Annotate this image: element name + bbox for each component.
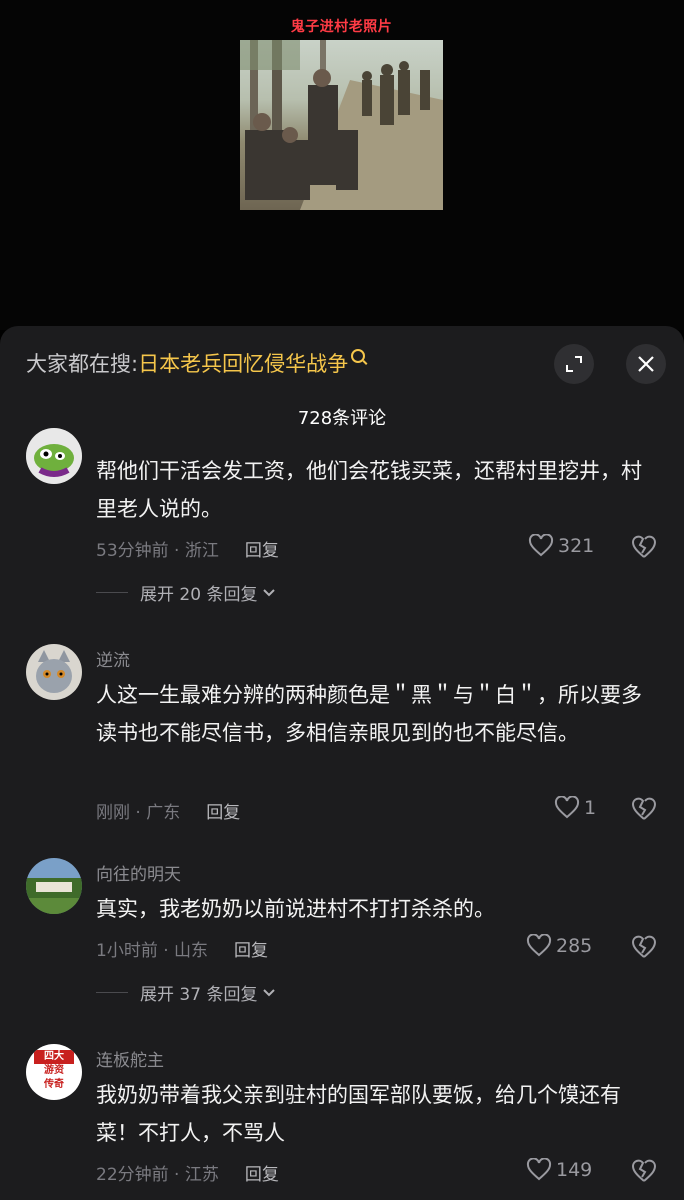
avatar-text-line: 四大 [34, 1050, 74, 1064]
avatar-text-line: 传奇 [44, 1079, 64, 1090]
expand-button[interactable] [554, 344, 594, 384]
comment-text: 人这一生最难分辨的两种颜色是＂黑＂与＂白＂，所以要多读书也不能尽信书，多相信亲眼… [96, 683, 642, 745]
like-button[interactable]: 1 [554, 796, 596, 820]
comment-username[interactable]: 逆流 [96, 646, 130, 671]
comment-time-location: 1小时前 · 山东 [96, 941, 209, 961]
dislike-button[interactable] [630, 934, 658, 964]
broken-heart-icon [631, 797, 657, 820]
like-count: 285 [556, 935, 593, 957]
comment-meta: 刚刚 · 广东 回复 [96, 798, 240, 823]
like-button[interactable]: 149 [526, 1158, 592, 1182]
like-button[interactable]: 285 [526, 934, 592, 958]
heart-icon [554, 796, 580, 819]
comment-username[interactable]: 连板舵主 [96, 1046, 164, 1071]
comment-text: 真实，我老奶奶以前说进村不打打杀杀的。 [96, 897, 495, 921]
reply-button[interactable]: 回复 [245, 1160, 279, 1185]
close-icon [638, 356, 654, 372]
expand-replies-label: 展开 20 条回复 [140, 585, 258, 605]
dislike-button[interactable] [630, 796, 658, 826]
chevron-down-icon [263, 588, 276, 596]
comment-username[interactable]: 向往的明天 [96, 860, 181, 885]
avatar[interactable] [26, 858, 82, 914]
divider-line [96, 992, 128, 993]
like-count: 1 [584, 797, 597, 819]
comment-time-location: 刚刚 · 广东 [96, 803, 181, 823]
close-button[interactable] [626, 344, 666, 384]
broken-heart-icon [631, 535, 657, 558]
comment-text: 我奶奶带着我父亲到驻村的国军部队要饭，给几个馍还有菜！不打人，不骂人 [96, 1083, 621, 1145]
comment-meta: 53分钟前 · 浙江 回复 [96, 536, 279, 561]
expand-icon [566, 356, 582, 372]
expand-replies-button[interactable]: 展开 20 条回复 [96, 580, 276, 605]
search-suggestion[interactable]: 大家都在搜: 日本老兵回忆侵华战争 [26, 348, 366, 378]
avatar-text-line: 游资 [44, 1065, 64, 1076]
comment-sheet: 大家都在搜: 日本老兵回忆侵华战争 728条评论 帮他们干活会发工资，他们会花钱… [0, 326, 684, 1200]
comment-text: 帮他们干活会发工资，他们会花钱买菜，还帮村里挖井，村里老人说的。 [96, 459, 642, 521]
video-caption: 鬼子进村老照片 [290, 19, 393, 35]
search-prefix: 大家都在搜: [26, 352, 139, 376]
avatar[interactable] [26, 644, 82, 700]
avatar[interactable]: 四大 游资 传奇 [26, 1044, 82, 1100]
comment-time-location: 53分钟前 · 浙江 [96, 541, 219, 561]
divider-line [96, 592, 128, 593]
dislike-button[interactable] [630, 534, 658, 564]
video-player[interactable]: 鬼子进村老照片 [0, 0, 684, 330]
reply-button[interactable]: 回复 [206, 798, 240, 823]
comment-meta: 22分钟前 · 江苏 回复 [96, 1160, 279, 1185]
broken-heart-icon [631, 1159, 657, 1182]
like-count: 321 [558, 535, 595, 557]
avatar[interactable] [26, 428, 82, 484]
search-icon [351, 349, 366, 363]
broken-heart-icon [631, 935, 657, 958]
comment-time-location: 22分钟前 · 江苏 [96, 1165, 219, 1185]
expand-replies-label: 展开 37 条回复 [140, 985, 258, 1005]
heart-icon [526, 1158, 552, 1181]
comment-meta: 1小时前 · 山东 回复 [96, 936, 268, 961]
video-thumbnail [240, 40, 443, 210]
heart-icon [526, 934, 552, 957]
dislike-button[interactable] [630, 1158, 658, 1188]
heart-icon [528, 534, 554, 557]
reply-button[interactable]: 回复 [234, 936, 268, 961]
chevron-down-icon [263, 988, 276, 996]
search-term-link[interactable]: 日本老兵回忆侵华战争 [138, 348, 348, 378]
expand-replies-button[interactable]: 展开 37 条回复 [96, 980, 276, 1005]
comment-count: 728条评论 [297, 408, 387, 429]
like-button[interactable]: 321 [528, 534, 594, 558]
like-count: 149 [556, 1159, 593, 1181]
reply-button[interactable]: 回复 [245, 536, 279, 561]
